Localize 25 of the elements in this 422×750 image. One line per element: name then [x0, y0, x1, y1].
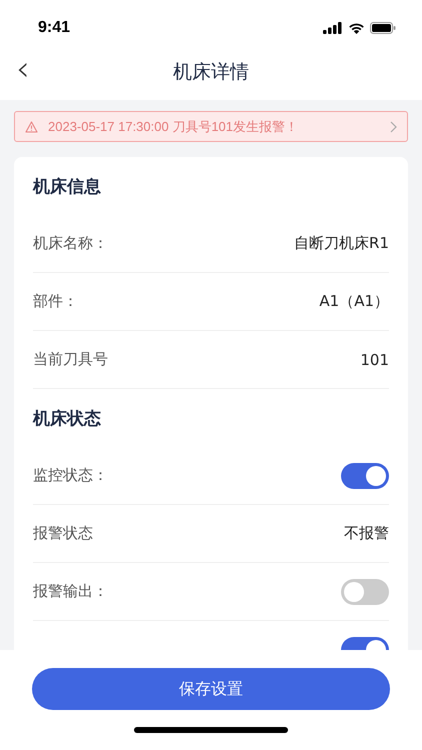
page-title: 机床详情: [173, 60, 249, 85]
toggle-switch[interactable]: [341, 462, 389, 488]
alert-text: 2023-05-17 17:30:00 刀具号101发生报警！: [48, 118, 300, 136]
field-label: 报警输出：: [33, 582, 108, 601]
field-value: 不报警: [344, 524, 389, 543]
field-label: 当前刀具号: [33, 350, 108, 369]
chevron-right-icon: [390, 120, 397, 132]
section-title: 机床状态: [33, 408, 102, 431]
back-button[interactable]: ‹: [12, 54, 34, 84]
warning-icon: [25, 120, 38, 132]
field-label: 部件：: [33, 292, 78, 311]
section-title: 机床信息: [33, 176, 102, 199]
field-label: 监控状态：: [33, 466, 108, 485]
toggle-switch[interactable]: [341, 578, 389, 604]
signal-icon: [323, 22, 343, 34]
toggle-switch[interactable]: [341, 637, 389, 650]
field-value: A1（A1）: [319, 292, 389, 311]
save-button[interactable]: 保存设置: [32, 668, 390, 710]
wifi-icon: [348, 22, 365, 34]
field-label: 机床名称：: [33, 234, 108, 253]
field-label: 报警状态: [33, 524, 93, 543]
status-time: 9:41: [38, 19, 70, 37]
field-value: 自断刀机床R1: [294, 234, 389, 253]
field-value: 101: [360, 350, 389, 368]
battery-icon: [370, 22, 396, 34]
